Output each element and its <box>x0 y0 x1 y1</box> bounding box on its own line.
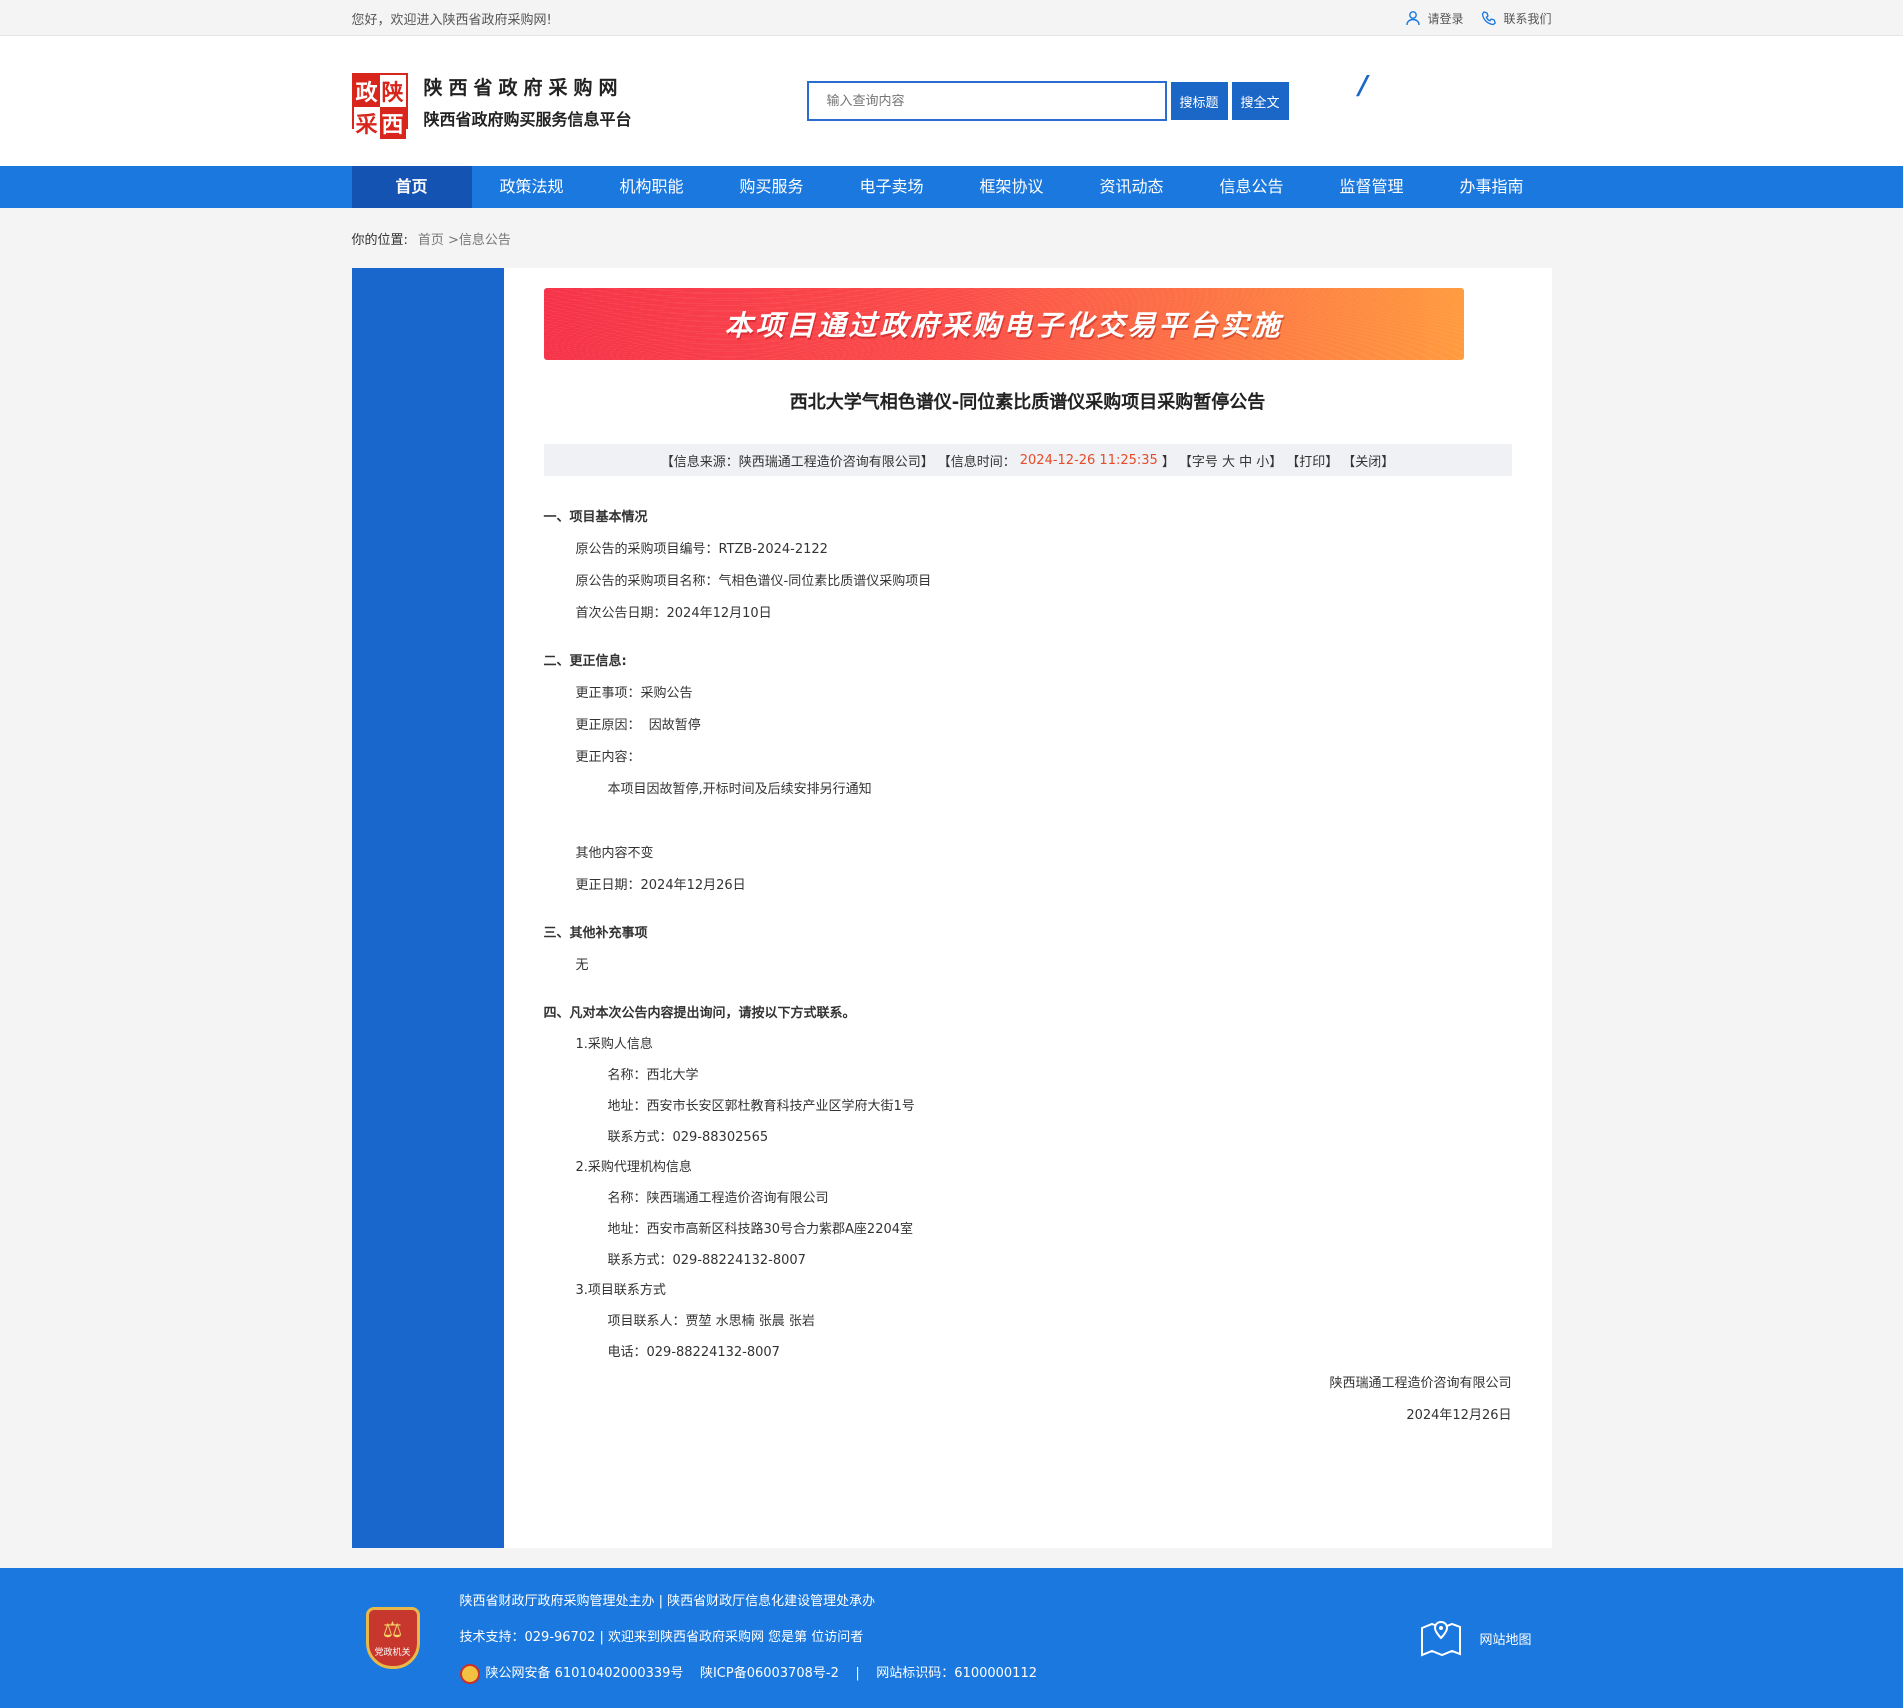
nav-item-home[interactable]: 首页 <box>351 166 472 208</box>
contact-group-title: 1.采购人信息 <box>575 1037 653 1052</box>
text-line: 地址：西安市长安区郭杜教育科技产业区学府大街1号 <box>607 1099 915 1114</box>
text-line: 更正日期：2024年12月26日 <box>575 878 746 893</box>
footer-support: 技术支持：029-96702 | 欢迎来到陕西省政府采购网 您是第 位访问者 <box>459 1630 864 1645</box>
footer-host: 陕西省财政厅政府采购管理处主办 | 陕西省财政厅信息化建设管理处承办 <box>459 1594 876 1609</box>
section-heading: 四、凡对本次公告内容提出询问，请按以下方式联系。 <box>543 1006 856 1021</box>
nav-item-supervision[interactable]: 监督管理 <box>1312 166 1432 208</box>
section-heading: 三、其他补充事项 <box>543 926 648 941</box>
site-footer: ⚖ 党政机关 陕西省财政厅政府采购管理处主办 | 陕西省财政厅信息化建设管理处承… <box>0 1568 1903 1708</box>
text-line: 联系方式：029-88302565 <box>607 1130 769 1145</box>
footer-records[interactable]: 陕公网安备 61010402000339号 陕ICP备06003708号-2 |… <box>486 1656 1038 1692</box>
sitemap-label: 网站地图 <box>1479 1632 1532 1648</box>
map-icon <box>1421 1620 1462 1657</box>
contact-group-title: 3.项目联系方式 <box>575 1283 666 1298</box>
phone-icon <box>1482 11 1497 26</box>
decor-slash: / <box>1358 71 1369 101</box>
badge-label: 党政机关 <box>374 1648 411 1658</box>
logo-char: 政 <box>353 75 380 107</box>
nav-item-purchase-service[interactable]: 购买服务 <box>712 166 832 208</box>
text-line: 项目联系人：贾堃 水思楠 张晨 张岩 <box>607 1314 815 1329</box>
search-fulltext-button[interactable]: 搜全文 <box>1231 82 1289 120</box>
meta-time-label: 【信息时间： <box>937 454 1016 470</box>
meta-source: 【信息来源：陕西瑞通工程造价咨询有限公司】 <box>660 454 934 470</box>
police-badge-icon <box>459 1664 480 1684</box>
text-line: 原公告的采购项目名称：气相色谱仪-同位素比质谱仪采购项目 <box>575 574 932 589</box>
main-nav: 首页 政策法规 机构职能 购买服务 电子卖场 框架协议 资讯动态 信息公告 监督… <box>0 166 1903 208</box>
text-line: 更正事项：采购公告 <box>575 686 693 701</box>
login-label: 请登录 <box>1427 11 1464 26</box>
search-input[interactable] <box>806 81 1167 121</box>
search-bar: 搜标题 搜全文 <box>806 81 1289 121</box>
party-gov-badge-icon[interactable]: ⚖ 党政机关 <box>365 1607 420 1669</box>
font-size-control[interactable]: 【字号 大 中 小】 <box>1179 451 1282 470</box>
breadcrumb-label: 你的位置: <box>351 232 408 248</box>
contact-link[interactable]: 联系我们 <box>1481 10 1552 27</box>
logo-mark: 政 陕 采 西 <box>351 73 408 139</box>
text-line: 联系方式：029-88224132-8007 <box>607 1253 806 1268</box>
nav-item-agency[interactable]: 机构职能 <box>592 166 712 208</box>
left-sidebar <box>351 268 504 1548</box>
welcome-text: 您好，欢迎进入陕西省政府采购网! <box>351 12 552 28</box>
site-header: 政 陕 采 西 陕西省政府采购网 陕西省政府购买服务信息平台 搜标题 搜全文 / <box>0 36 1903 166</box>
nav-item-e-mall[interactable]: 电子卖场 <box>832 166 952 208</box>
nav-item-news[interactable]: 资讯动态 <box>1072 166 1192 208</box>
section-heading: 二、更正信息: <box>543 654 627 669</box>
close-link[interactable]: 【关闭】 <box>1342 451 1394 470</box>
site-subname: 陕西省政府购买服务信息平台 <box>423 109 632 129</box>
sitemap-link[interactable]: 网站地图 <box>1419 1618 1532 1658</box>
article-body: 一、项目基本情况 原公告的采购项目编号：RTZB-2024-2122 原公告的采… <box>544 502 1512 1432</box>
logo-char: 西 <box>379 107 406 139</box>
text-line: 无 <box>575 958 589 973</box>
article-title: 西北大学气相色谱仪-同位素比质谱仪采购项目采购暂停公告 <box>789 392 1266 413</box>
login-link[interactable]: 请登录 <box>1405 10 1463 27</box>
logo-char: 陕 <box>379 75 406 107</box>
platform-banner: 本项目通过政府采购电子化交易平台实施 <box>543 288 1464 360</box>
nav-item-framework[interactable]: 框架协议 <box>952 166 1072 208</box>
print-link[interactable]: 【打印】 <box>1286 451 1338 470</box>
text-line: 名称：陕西瑞通工程造价咨询有限公司 <box>607 1191 829 1206</box>
text-line: 更正内容： <box>575 750 641 765</box>
nav-item-notices[interactable]: 信息公告 <box>1192 166 1312 208</box>
text-line: 更正原因： 因故暂停 <box>575 718 701 733</box>
text-line: 地址：西安市高新区科技路30号合力紫郡A座2204室 <box>607 1222 914 1237</box>
text-line: 电话：029-88224132-8007 <box>607 1345 780 1360</box>
text-line: 首次公告日期：2024年12月10日 <box>575 606 772 621</box>
logo-char: 采 <box>353 107 380 139</box>
section-heading: 一、项目基本情况 <box>543 510 648 525</box>
nav-item-policy[interactable]: 政策法规 <box>472 166 592 208</box>
text-line: 名称：西北大学 <box>607 1068 699 1083</box>
signature-org: 陕西瑞通工程造价咨询有限公司 <box>1329 1376 1512 1391</box>
main-area: 本项目通过政府采购电子化交易平台实施 西北大学气相色谱仪-同位素比质谱仪采购项目… <box>351 268 1552 1548</box>
meta-time-end: 】 <box>1161 454 1175 470</box>
text-line: 原公告的采购项目编号：RTZB-2024-2122 <box>575 542 828 557</box>
article-meta: 【信息来源：陕西瑞通工程造价咨询有限公司】 【信息时间： 2024-12-26 1… <box>543 444 1512 476</box>
contact-group-title: 2.采购代理机构信息 <box>575 1160 692 1175</box>
breadcrumb: 你的位置: 首页 >信息公告 <box>352 208 1552 268</box>
article-content: 本项目通过政府采购电子化交易平台实施 西北大学气相色谱仪-同位素比质谱仪采购项目… <box>503 268 1552 1548</box>
nav-item-guide[interactable]: 办事指南 <box>1432 166 1552 208</box>
search-title-button[interactable]: 搜标题 <box>1170 82 1228 120</box>
banner-text: 本项目通过政府采购电子化交易平台实施 <box>724 309 1283 342</box>
site-logo[interactable]: 政 陕 采 西 陕西省政府采购网 陕西省政府购买服务信息平台 <box>351 73 632 139</box>
site-name: 陕西省政府采购网 <box>423 76 624 99</box>
signature-date: 2024年12月26日 <box>1406 1408 1512 1423</box>
text-line: 其他内容不变 <box>575 846 654 861</box>
contact-label: 联系我们 <box>1503 11 1552 26</box>
user-icon <box>1406 11 1421 26</box>
meta-time: 2024-12-26 11:25:35 <box>1019 452 1158 468</box>
text-line: 本项目因故暂停,开标时间及后续安排另行通知 <box>607 782 872 797</box>
top-bar: 您好，欢迎进入陕西省政府采购网! 请登录 联系我们 <box>0 0 1903 36</box>
breadcrumb-path[interactable]: 首页 >信息公告 <box>418 229 511 248</box>
